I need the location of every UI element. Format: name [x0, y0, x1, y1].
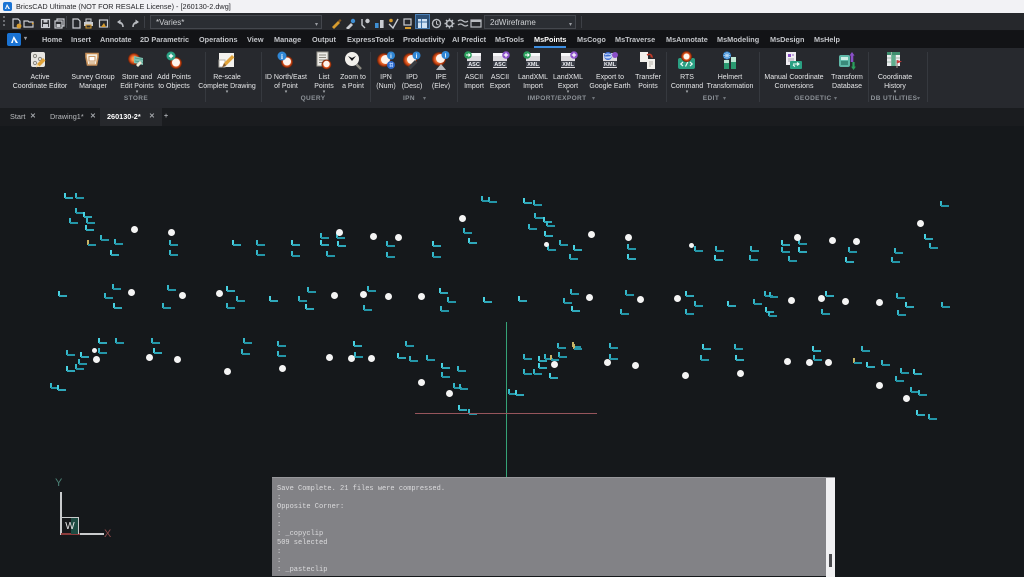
- svg-text:XML: XML: [562, 62, 574, 68]
- svg-text:KML: KML: [604, 62, 617, 68]
- svg-text:ASC: ASC: [494, 62, 506, 68]
- svg-text:i: i: [281, 53, 283, 61]
- svg-text:XML: XML: [527, 62, 539, 68]
- svg-text:ASC: ASC: [468, 62, 480, 68]
